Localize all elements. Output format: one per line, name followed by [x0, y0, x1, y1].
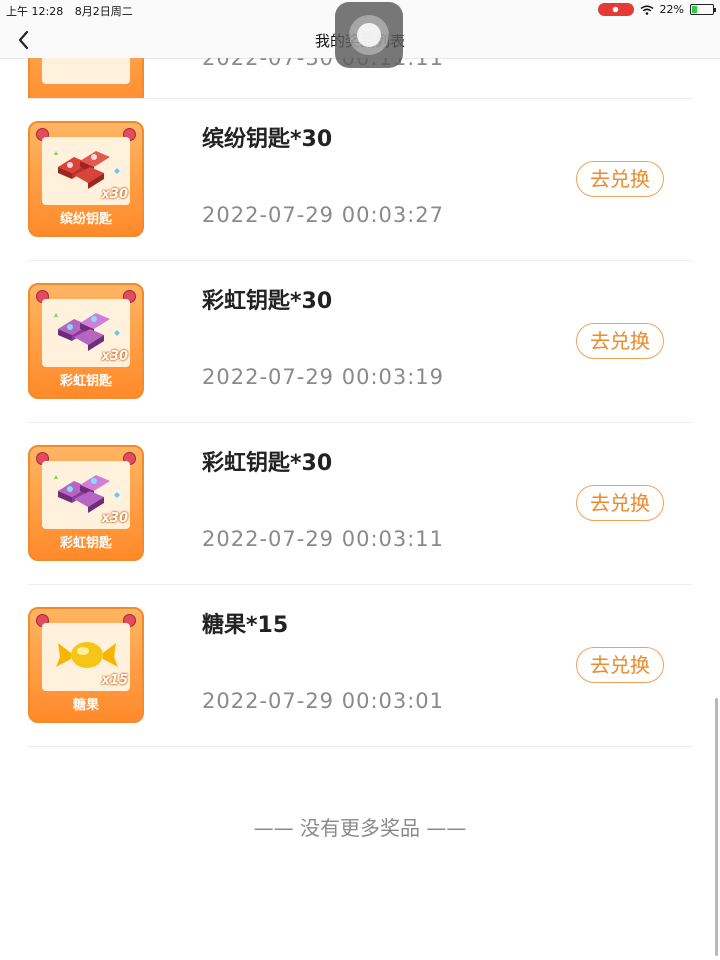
key-pile-icon [54, 475, 120, 513]
screen-recording-icon[interactable] [597, 3, 634, 16]
prize-name: 彩虹钥匙*30 [202, 289, 333, 314]
prize-caption: 彩虹钥匙 [59, 374, 112, 389]
list-item: x30 缤纷钥匙 缤纷钥匙*30 2022-07-29 00:03:27 去兑换 [28, 99, 692, 261]
candy-icon [56, 642, 118, 668]
assistive-touch-icon [349, 15, 389, 55]
prize-caption: 彩虹钥匙 [59, 536, 112, 551]
prize-date: 2022-07-29 00:03:01 [202, 689, 445, 713]
prize-quantity-badge: x30 [101, 187, 128, 202]
prize-list: 2022-07-30 00:11:11 x30 缤纷钥匙 缤纷钥匙*30 202… [28, 58, 692, 747]
assistive-touch-button[interactable] [335, 2, 403, 68]
prize-thumbnail [28, 58, 144, 98]
prize-thumbnail: x30 彩虹钥匙 [28, 283, 144, 399]
prize-name: 缤纷钥匙*30 [202, 127, 333, 152]
list-item: x30 彩虹钥匙 彩虹钥匙*30 2022-07-29 00:03:11 去兑换 [28, 423, 692, 585]
list-item: x15 糖果 糖果*15 2022-07-29 00:03:01 去兑换 [28, 585, 692, 747]
prize-date: 2022-07-30 00:11:11 [202, 58, 445, 70]
prize-name: 糖果*15 [202, 613, 289, 638]
redeem-button[interactable]: 去兑换 [576, 161, 664, 197]
redeem-button[interactable]: 去兑换 [576, 647, 664, 683]
prize-thumbnail: x30 彩虹钥匙 [28, 445, 144, 561]
prize-name: 彩虹钥匙*30 [202, 451, 333, 476]
prize-thumbnail: x15 糖果 [28, 607, 144, 723]
prize-caption: 缤纷钥匙 [59, 212, 112, 227]
status-right: 22% [597, 3, 716, 16]
prize-caption: 糖果 [72, 698, 99, 713]
battery-icon [690, 4, 716, 15]
no-more-prizes-note: —— 没有更多奖品 —— [253, 816, 467, 840]
status-date: 8月2日周二 [74, 5, 133, 18]
prize-thumbnail: x30 缤纷钥匙 [28, 121, 144, 237]
prize-date: 2022-07-29 00:03:11 [202, 527, 445, 551]
battery-percent: 22% [659, 3, 684, 16]
prize-quantity-badge: x15 [101, 673, 128, 688]
prize-date: 2022-07-29 00:03:19 [202, 365, 445, 389]
prize-quantity-badge: x30 [101, 349, 128, 364]
key-pile-icon [54, 313, 120, 351]
key-pile-icon [54, 151, 120, 189]
status-time: 上午 12:28 [6, 5, 64, 18]
redeem-button[interactable]: 去兑换 [576, 323, 664, 359]
prize-date: 2022-07-29 00:03:27 [202, 203, 445, 227]
prize-quantity-badge: x30 [101, 511, 128, 526]
status-left: 上午 12:28 8月2日周二 [6, 3, 141, 19]
wifi-icon [640, 5, 654, 15]
redeem-button[interactable]: 去兑换 [576, 485, 664, 521]
scrollbar[interactable] [715, 698, 718, 956]
list-item: x30 彩虹钥匙 彩虹钥匙*30 2022-07-29 00:03:19 去兑换 [28, 261, 692, 423]
